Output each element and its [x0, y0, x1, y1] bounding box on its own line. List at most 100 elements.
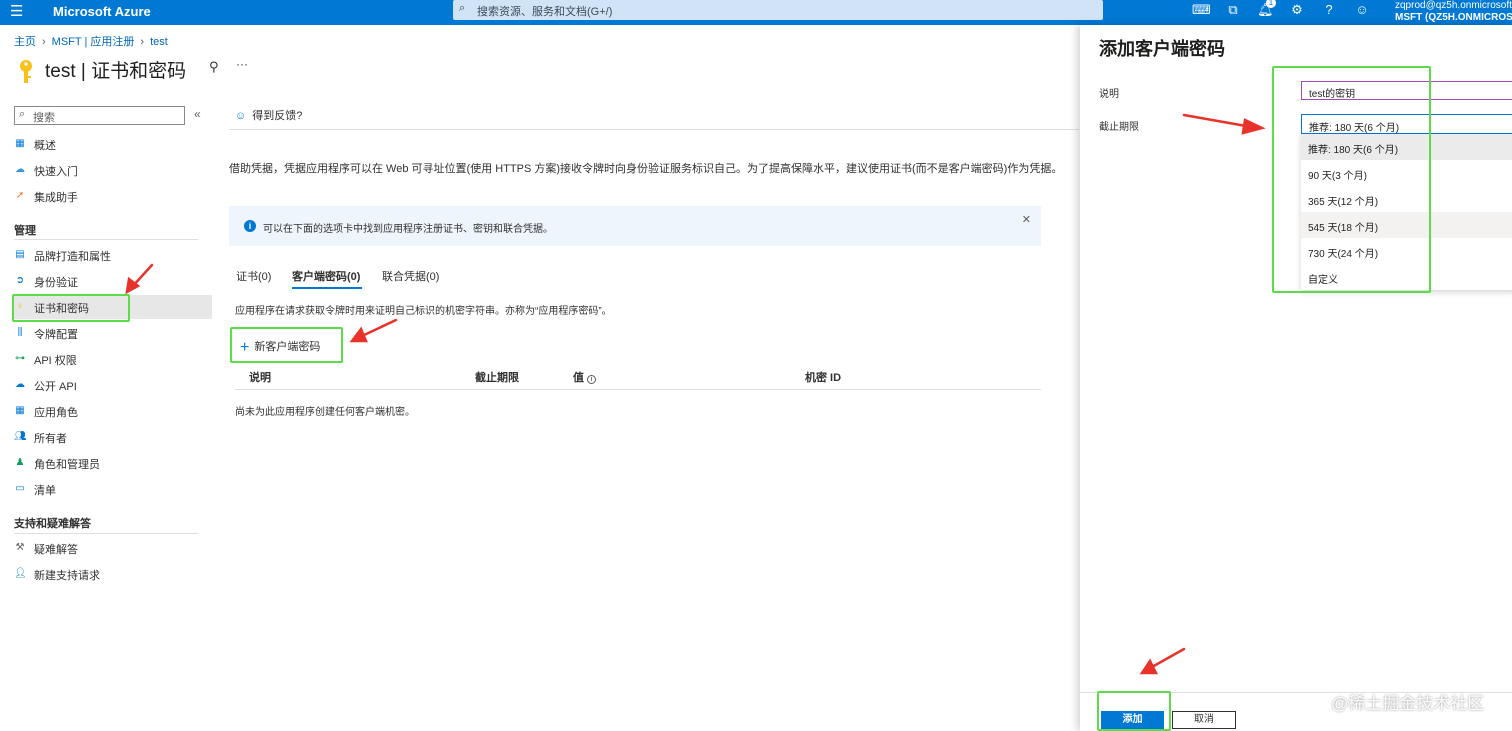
column-header-description[interactable]: 说明: [249, 369, 271, 385]
sidebar-item-label: 角色和管理员: [34, 459, 100, 471]
breadcrumb-home[interactable]: 主页: [14, 36, 36, 48]
highlight-box-sidebar: [12, 294, 130, 322]
authentication-icon: ➲: [15, 275, 25, 286]
empty-table-message: 尚未为此应用程序创建任何客户端机密。: [235, 407, 415, 418]
account-tenant: MSFT (QZ5H.ONMICROSOFT.COM): [1395, 12, 1512, 23]
sidebar-item-label: 概述: [34, 140, 56, 152]
sidebar-item-label: 公开 API: [34, 381, 77, 393]
sidebar-item-roles-admins[interactable]: ♟ 角色和管理员: [12, 451, 212, 475]
quickstart-icon: ☁: [15, 164, 25, 175]
sidebar-item-owners[interactable]: 👥︎ 所有者: [12, 425, 212, 449]
column-header-secret-id[interactable]: 机密 ID: [805, 369, 841, 385]
panel-title: 添加客户端密码: [1099, 39, 1225, 59]
page-description: 借助凭据，凭据应用程序可以在 Web 可寻址位置(使用 HTTPS 方案)接收令…: [229, 163, 1063, 175]
sidebar-search-placeholder: 搜索: [33, 112, 55, 124]
column-header-value[interactable]: 值i: [573, 369, 596, 385]
key-icon: [20, 60, 32, 83]
info-icon: i: [244, 220, 256, 232]
collapse-sidebar-icon[interactable]: «: [194, 107, 201, 121]
sidebar-item-authentication[interactable]: ➲ 身份验证: [12, 269, 212, 293]
sidebar-item-label: 集成助手: [34, 192, 78, 204]
account-email: zqprod@qz5h.onmicrosoft.com: [1395, 0, 1512, 11]
token-config-icon: ⫼: [17, 327, 23, 338]
close-icon[interactable]: ✕: [1022, 213, 1031, 226]
tab-certificates[interactable]: 证书(0): [236, 268, 271, 284]
search-icon: ⌕: [459, 2, 466, 14]
overview-icon: ▦: [15, 138, 25, 149]
roles-admins-icon: ♟: [15, 457, 25, 468]
sidebar-item-new-support-request[interactable]: 👤︎ 新建支持请求: [12, 562, 212, 586]
sidebar-group-support: 支持和疑难解答: [14, 518, 91, 530]
feedback-icon[interactable]: ☺: [1354, 2, 1370, 17]
sidebar-item-label: 令牌配置: [34, 329, 78, 341]
feedback-label: 得到反馈?: [252, 110, 303, 122]
sidebar-item-troubleshoot[interactable]: ⚒ 疑难解答: [12, 536, 212, 560]
sidebar-item-branding[interactable]: ▤ 品牌打造和属性: [12, 243, 212, 267]
column-header-expires[interactable]: 截止期限: [475, 369, 519, 385]
arrow-new-secret-head: [349, 326, 368, 343]
directory-filter-icon[interactable]: ⧉: [1225, 2, 1241, 17]
breadcrumb-app[interactable]: test: [150, 36, 168, 48]
cloud-shell-icon[interactable]: ⌨: [1192, 2, 1211, 17]
chevron-right-icon: ›: [42, 36, 46, 48]
highlight-box-form: [1272, 66, 1431, 293]
highlight-box-add: [1097, 691, 1171, 731]
top-bar: ☰ Microsoft Azure ⌕ 搜索资源、服务和文档(G+/) ⌨ ⧉ …: [0, 0, 1512, 25]
branding-icon: ▤: [15, 249, 25, 260]
sidebar-item-label: 品牌打造和属性: [34, 251, 111, 263]
description-label: 说明: [1099, 89, 1119, 100]
table-header-divider: [235, 389, 1041, 390]
owners-icon: 👥︎: [14, 431, 27, 442]
feedback-link[interactable]: ☺ 得到反馈?: [235, 107, 302, 123]
more-icon[interactable]: ···: [236, 57, 248, 71]
hamburger-icon[interactable]: ☰: [10, 4, 23, 19]
sidebar-item-api-permissions[interactable]: ⊶ API 权限: [12, 347, 212, 371]
cancel-button[interactable]: 取消: [1172, 711, 1236, 729]
rocket-icon: ➚: [15, 190, 25, 201]
sidebar-divider: [14, 239, 198, 240]
sidebar-item-expose-api[interactable]: ☁ 公开 API: [12, 373, 212, 397]
sidebar-item-label: API 权限: [34, 355, 77, 367]
global-search-placeholder: 搜索资源、服务和文档(G+/): [477, 6, 613, 18]
main-divider: [229, 129, 1079, 130]
tab-client-secrets[interactable]: 客户端密码(0): [292, 268, 360, 284]
feedback-icon: ☺: [235, 110, 247, 122]
sidebar-search-input[interactable]: ⌕ 搜索: [14, 106, 185, 125]
api-permissions-icon: ⊶: [15, 353, 25, 364]
sidebar-item-label: 快速入门: [34, 166, 78, 178]
sidebar-item-label: 所有者: [34, 433, 67, 445]
app-roles-icon: ▦: [15, 405, 25, 416]
tab-federated-credentials[interactable]: 联合凭据(0): [382, 268, 439, 284]
pin-icon[interactable]: ⚲: [209, 59, 219, 75]
support-request-icon: 👤︎: [14, 568, 27, 579]
sidebar-item-manifest[interactable]: ▭ 清单: [12, 477, 212, 501]
expires-label: 截止期限: [1099, 122, 1139, 133]
sidebar-item-overview[interactable]: ▦ 概述: [12, 132, 212, 156]
highlight-box-new-secret: [230, 327, 343, 363]
global-search-input[interactable]: ⌕ 搜索资源、服务和文档(G+/): [453, 0, 1103, 20]
sidebar-item-app-roles[interactable]: ▦ 应用角色: [12, 399, 212, 423]
expose-api-icon: ☁: [15, 379, 25, 390]
info-icon[interactable]: i: [587, 375, 596, 384]
notification-badge: 1: [1266, 0, 1276, 8]
help-icon[interactable]: ?: [1321, 2, 1337, 17]
arrow-new-secret: [360, 318, 398, 338]
sidebar-item-label: 身份验证: [34, 277, 78, 289]
settings-icon[interactable]: ⚙: [1289, 2, 1305, 17]
troubleshoot-icon: ⚒: [15, 542, 25, 553]
account-info[interactable]: zqprod@qz5h.onmicrosoft.com MSFT (QZ5H.O…: [1395, 0, 1512, 24]
active-tab-indicator: [292, 287, 362, 289]
sidebar-item-quickstart[interactable]: ☁ 快速入门: [12, 158, 212, 182]
breadcrumb: 主页 › MSFT | 应用注册 › test: [14, 33, 168, 49]
brand-title[interactable]: Microsoft Azure: [53, 4, 151, 19]
sidebar-item-label: 清单: [34, 485, 56, 497]
column-header-value-label: 值: [573, 372, 584, 384]
sidebar-item-token-config[interactable]: ⫼ 令牌配置: [12, 321, 212, 345]
breadcrumb-app-registrations[interactable]: MSFT | 应用注册: [52, 36, 135, 48]
manifest-icon: ▭: [15, 483, 25, 494]
sidebar-item-label: 应用角色: [34, 407, 78, 419]
tab-description: 应用程序在请求获取令牌时用来证明自己标识的机密字符串。亦称为“应用程序密码”。: [235, 306, 612, 317]
page-title: test | 证书和密码: [45, 61, 187, 82]
sidebar-item-integration-assistant[interactable]: ➚ 集成助手: [12, 184, 212, 208]
sidebar-divider: [14, 533, 198, 534]
